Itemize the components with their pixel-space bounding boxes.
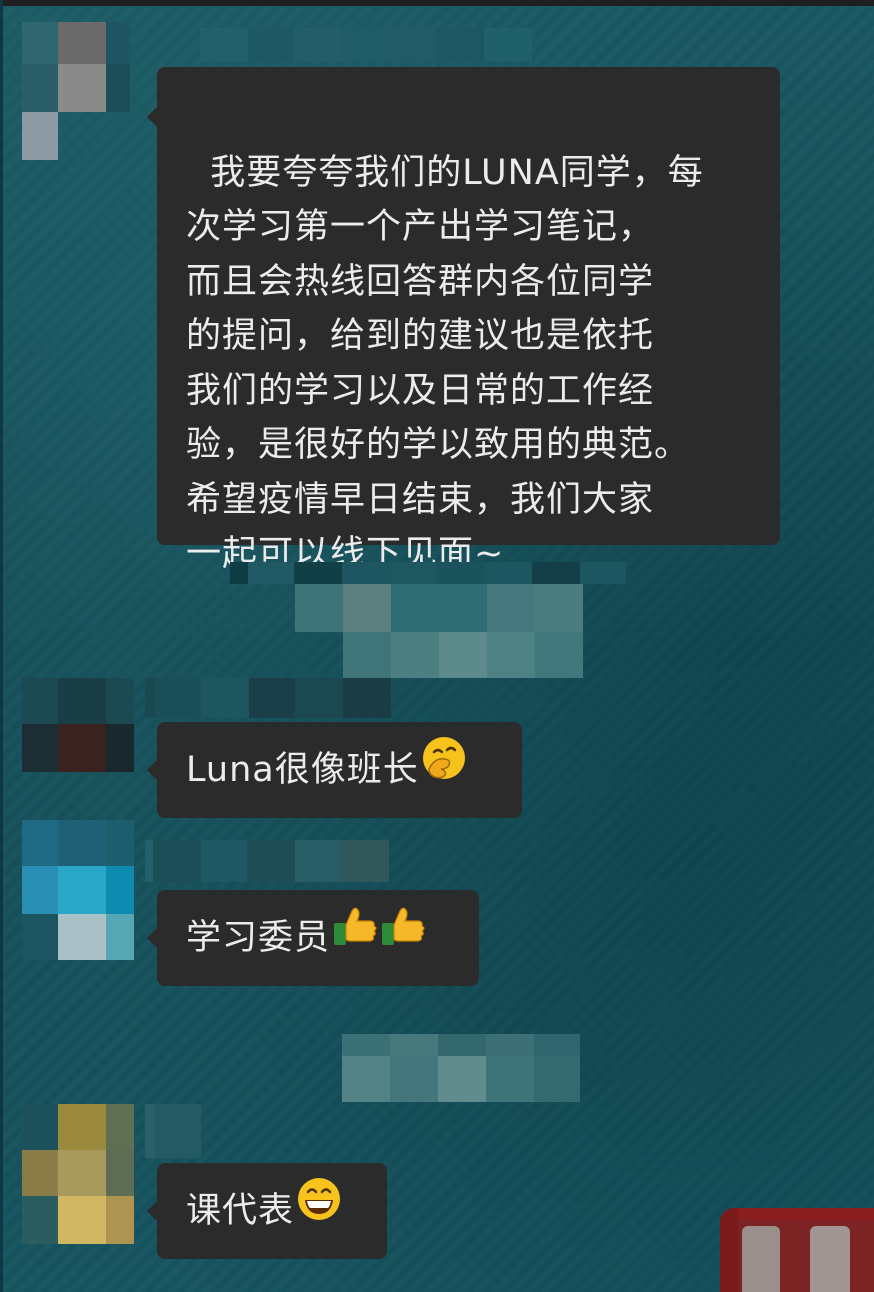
avatar[interactable] <box>22 820 134 960</box>
avatar[interactable] <box>22 22 130 160</box>
reaction-strip <box>342 1034 580 1102</box>
message-bubble[interactable]: 课代表 <box>147 1163 387 1259</box>
message-text: Luna很像班长 <box>186 750 419 790</box>
thumbs-up-emoji <box>332 890 378 986</box>
thumbs-up-emoji <box>380 890 426 986</box>
sender-name <box>145 1104 201 1158</box>
sender-name <box>145 840 389 882</box>
window-edge <box>0 0 3 1292</box>
corner-image-fragment <box>720 1208 874 1292</box>
reaction-strip <box>295 584 583 678</box>
top-bar <box>0 0 874 6</box>
sender-name <box>200 28 532 62</box>
message-text: 学习委员 <box>186 918 331 958</box>
grinning-face-emoji <box>296 1163 342 1259</box>
sender-name <box>145 678 391 718</box>
message-bubble[interactable]: Luna很像班长 <box>147 722 522 818</box>
message-text: 我要夸夸我们的LUNA同学，每 次学习第一个产出学习笔记， 而且会热线回答群内各… <box>186 152 704 575</box>
hand-over-mouth-emoji <box>421 722 467 818</box>
message-text: 课代表 <box>186 1191 295 1231</box>
message-bubble[interactable]: 学习委员 <box>147 890 479 986</box>
avatar[interactable] <box>22 1104 134 1244</box>
sender-name <box>230 562 626 584</box>
message-bubble[interactable]: 我要夸夸我们的LUNA同学，每 次学习第一个产出学习笔记， 而且会热线回答群内各… <box>147 67 780 574</box>
avatar[interactable] <box>22 678 134 772</box>
